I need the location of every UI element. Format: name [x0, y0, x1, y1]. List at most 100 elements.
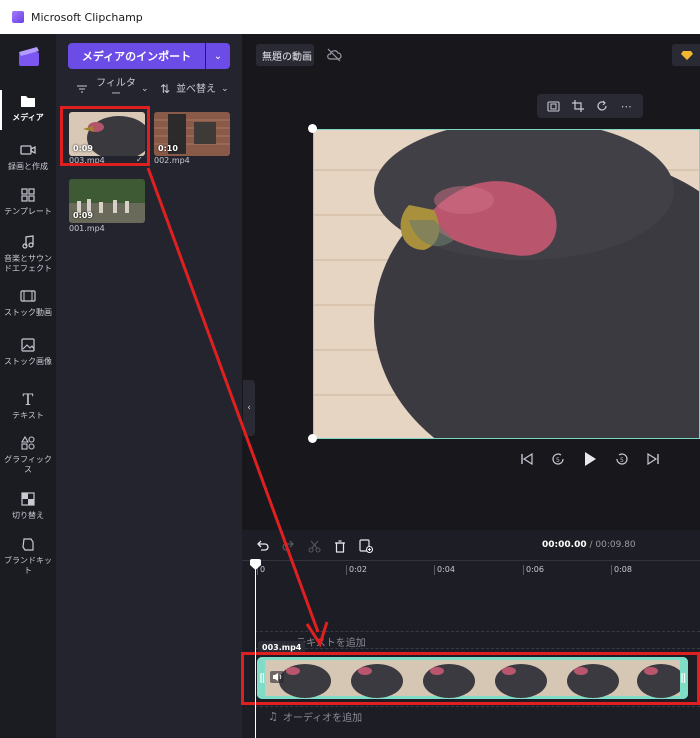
rail-item-label: ストック動画 [4, 308, 52, 317]
chevron-down-icon: ⌄ [141, 84, 149, 94]
folder-icon [19, 92, 37, 110]
clipchamp-app-icon [12, 11, 24, 23]
skip-back-icon[interactable] [520, 453, 534, 465]
templates-icon [19, 186, 37, 204]
delete-trash-icon[interactable] [332, 538, 348, 554]
redo-icon[interactable] [280, 538, 296, 554]
rail-item-stock-video[interactable]: ストック動画 [0, 287, 56, 318]
forward-5-icon[interactable]: 5 [614, 451, 630, 467]
add-media-icon[interactable] [358, 538, 374, 554]
rail-item-transitions[interactable]: 切り替え [0, 490, 56, 521]
current-time: 00:00.00 [542, 540, 587, 550]
stock-video-icon [19, 287, 37, 305]
chevron-left-icon: ‹ [247, 403, 251, 413]
svg-text:5: 5 [620, 457, 624, 464]
music-icon [19, 233, 37, 251]
annotation-highlight-thumbnail [60, 106, 150, 166]
resize-handle-top-left[interactable] [308, 124, 317, 133]
left-navigation-rail: メディア 録画と作成 テンプレート 音楽とサウンドエフェクト ストック動画 スト… [0, 34, 56, 738]
ruler-tick-label: 0:08 [611, 565, 632, 575]
timeline-toolbar [254, 538, 374, 554]
total-time: 00:09.80 [595, 540, 636, 550]
rail-item-media[interactable]: メディア [0, 90, 56, 130]
import-media-button[interactable]: メディアのインポート [68, 43, 205, 69]
sort-icon: ⇅ [160, 82, 171, 96]
project-name-field[interactable]: 無題の動画 [256, 44, 314, 66]
add-audio-label: オーディオを追加 [282, 713, 363, 724]
duration-label: 0:10 [158, 144, 178, 153]
diamond-icon [681, 51, 693, 60]
rail-item-label: ブランドキット [4, 556, 52, 575]
annotation-highlight-clip [241, 652, 700, 705]
editor-top-bar: 無題の動画 [242, 34, 700, 76]
rotate-icon[interactable] [595, 99, 609, 113]
rail-item-brand-kit[interactable]: ブランドキット [0, 535, 56, 576]
rail-item-text[interactable]: T テキスト [0, 390, 56, 421]
import-dropdown-button[interactable]: ⌄ [206, 43, 230, 69]
split-scissors-icon[interactable] [306, 538, 322, 554]
add-audio-placeholder[interactable]: ♫ オーディオを追加 [268, 709, 362, 724]
cloud-off-icon [327, 48, 342, 62]
rail-item-label: ストック画像 [4, 357, 52, 366]
ruler-tick-label: 0 [256, 565, 266, 575]
rail-item-music-sfx[interactable]: 音楽とサウンドエフェクト [0, 233, 56, 274]
sort-button[interactable]: ⇅ 並べ替え ⌄ [160, 76, 236, 102]
title-bar: Microsoft Clipchamp [0, 0, 700, 34]
filter-button[interactable]: フィルター ⌄ [76, 76, 150, 102]
add-text-placeholder[interactable]: テキストを追加 [296, 634, 366, 649]
transitions-icon [19, 490, 37, 508]
premium-button[interactable] [672, 44, 700, 66]
rewind-5-icon[interactable]: 5 [550, 451, 566, 467]
brand-kit-icon [19, 535, 37, 553]
rail-item-label: テキスト [12, 411, 44, 420]
more-options-icon[interactable]: ⋯ [620, 99, 634, 113]
clipchamp-window: Microsoft Clipchamp メディア 録画と作成 テンプレート 音楽… [0, 0, 700, 738]
collapse-panel-button[interactable]: ‹ [243, 380, 255, 436]
svg-text:5: 5 [556, 457, 560, 464]
media-filename: 002.mp4 [154, 156, 190, 165]
rail-item-templates[interactable]: テンプレート [0, 186, 56, 217]
graphics-icon [19, 434, 37, 452]
skip-forward-icon[interactable] [646, 453, 660, 465]
crop-icon[interactable] [571, 99, 585, 113]
time-separator: / [589, 540, 593, 550]
ruler-tick-label: 0:06 [523, 565, 544, 575]
chevron-down-icon: ⌄ [213, 50, 223, 62]
rail-item-label: 録画と作成 [8, 162, 48, 171]
timeline-ruler[interactable]: 0 0:02 0:04 0:06 0:08 [242, 560, 700, 576]
rail-item-label: グラフィックス [4, 455, 52, 474]
media-filename: 001.mp4 [69, 224, 105, 233]
rail-item-label: 切り替え [12, 511, 44, 520]
duration-label: 0:09 [73, 211, 93, 220]
ruler-tick-label: 0:04 [434, 565, 455, 575]
clipchamp-logo-icon [19, 47, 39, 66]
preview-toolbar: ⋯ [537, 94, 643, 118]
text-icon: T [22, 389, 34, 409]
resize-handle-bottom-left[interactable] [308, 434, 317, 443]
fit-frame-icon[interactable] [546, 99, 560, 113]
ruler-tick-label: 0:02 [346, 565, 367, 575]
window-title: Microsoft Clipchamp [31, 10, 143, 24]
rail-item-label: 音楽とサウンドエフェクト [4, 254, 52, 273]
sort-label: 並べ替え [176, 83, 217, 95]
video-preview[interactable] [313, 129, 700, 439]
rail-item-record-create[interactable]: 録画と作成 [0, 141, 56, 172]
playhead-line[interactable] [255, 562, 256, 738]
undo-icon[interactable] [254, 538, 270, 554]
record-icon [19, 141, 37, 159]
rail-item-stock-images[interactable]: ストック画像 [0, 336, 56, 367]
media-thumbnail-001[interactable]: 0:09 [69, 179, 145, 223]
filter-icon [77, 85, 87, 93]
bird-preview-image [314, 130, 699, 438]
rail-item-label: テンプレート [4, 207, 52, 216]
rail-item-graphics[interactable]: グラフィックス [0, 434, 56, 475]
chevron-down-icon: ⌄ [221, 84, 229, 94]
rail-item-label: メディア [12, 113, 44, 122]
filter-label: フィルター [96, 78, 136, 100]
play-icon[interactable] [582, 451, 598, 467]
stock-image-icon [19, 336, 37, 354]
timecode-display: 00:00.00 / 00:09.80 [542, 540, 636, 550]
playback-controls: 5 5 [520, 449, 660, 469]
music-note-icon: ♫ [268, 710, 278, 723]
media-thumbnail-002[interactable]: 0:10 [154, 112, 230, 156]
